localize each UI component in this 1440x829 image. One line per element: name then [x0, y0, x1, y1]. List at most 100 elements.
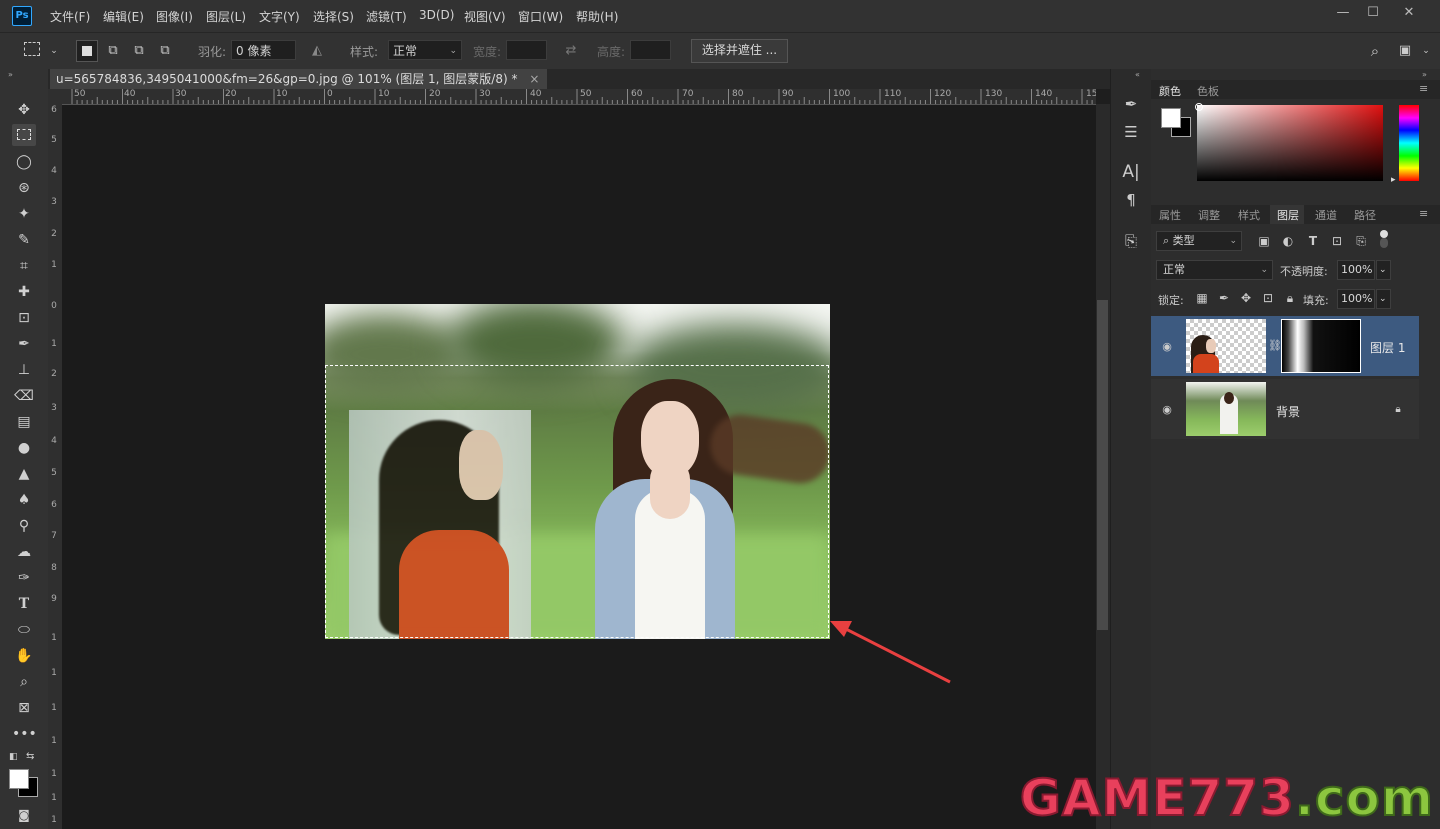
search-icon[interactable]: ⌕ [1367, 43, 1383, 59]
lasso-tool-icon[interactable]: ◯ [12, 151, 36, 173]
history-icon[interactable]: ⎘ [1120, 230, 1142, 252]
dodge-tool-icon[interactable]: ⚲ [12, 515, 36, 537]
character-panel-icon[interactable]: A| [1120, 161, 1142, 183]
type-tool-icon[interactable]: T [12, 593, 36, 615]
select-and-mask-button[interactable]: 选择并遮住 ... [691, 39, 788, 63]
healing-brush-icon[interactable]: ✚ [12, 281, 36, 303]
layer-filter-select[interactable]: ⌕ 类型 ⌄ [1156, 231, 1242, 251]
hand-tool-icon[interactable]: ✋ [12, 645, 36, 667]
subtract-from-selection-icon[interactable]: ⧉ [131, 43, 147, 59]
adjustments-icon[interactable]: ☰ [1120, 121, 1142, 143]
marquee-selection[interactable] [325, 365, 829, 638]
layer-thumbnail[interactable] [1186, 319, 1266, 373]
tab-color[interactable]: 颜色 [1159, 83, 1181, 99]
tab-channels[interactable]: 通道 [1315, 207, 1337, 223]
width-input[interactable] [506, 40, 547, 60]
close-tab-icon[interactable]: × [529, 72, 539, 86]
menu-file[interactable]: 文件(F) [50, 8, 90, 25]
menu-select[interactable]: 选择(S) [313, 8, 354, 25]
layer-mask-thumbnail[interactable] [1281, 319, 1361, 373]
visibility-eye-icon[interactable]: ◉ [1160, 403, 1174, 417]
swap-colors-icon[interactable]: ⇆ [26, 751, 34, 762]
layer-name[interactable]: 背景 [1276, 403, 1300, 420]
menu-type[interactable]: 文字(Y) [259, 8, 300, 25]
tab-swatches[interactable]: 色板 [1197, 83, 1219, 99]
adjustment-layer-filter-icon[interactable]: ◐ [1281, 234, 1295, 248]
ellipse-tool-icon[interactable]: ⬭ [12, 619, 36, 641]
intersect-selection-icon[interactable]: ⧉ [157, 43, 173, 59]
marquee-tool-icon[interactable] [12, 124, 36, 146]
tab-properties[interactable]: 属性 [1159, 207, 1181, 223]
more-tools-icon[interactable]: ••• [12, 723, 37, 745]
smudge-tool-icon[interactable]: ♠ [12, 489, 36, 511]
collapse-dock-icon[interactable]: « [1135, 70, 1140, 79]
anti-alias-icon[interactable]: ◭ [309, 43, 325, 59]
visibility-eye-icon[interactable]: ◉ [1160, 340, 1174, 354]
layer-thumbnail[interactable] [1186, 382, 1266, 436]
lock-image-icon[interactable]: ✒ [1217, 291, 1231, 305]
brush-tool-icon[interactable]: ✒ [12, 333, 36, 355]
vertical-ruler[interactable]: 6 5 4 3 2 1 0 1 2 3 4 5 6 7 8 9 1 1 1 1 … [48, 104, 63, 829]
gradient-tool-icon[interactable]: ▤ [12, 411, 36, 433]
lock-transparent-icon[interactable]: ▦ [1195, 291, 1209, 305]
height-input[interactable] [630, 40, 671, 60]
quick-mask-icon[interactable]: ◙ [12, 804, 36, 826]
menu-edit[interactable]: 编辑(E) [103, 8, 144, 25]
chevron-down-icon[interactable]: ⌄ [46, 43, 62, 59]
lock-all-icon[interactable]: 🔒︎ [1283, 291, 1297, 305]
tab-adjustments[interactable]: 调整 [1198, 207, 1220, 223]
zoom-tool-icon[interactable]: ⌕ [12, 671, 36, 693]
mask-link-icon[interactable]: ⛓ [1268, 339, 1282, 352]
pixel-layer-filter-icon[interactable]: ▣ [1257, 234, 1271, 248]
menu-layer[interactable]: 图层(L) [206, 8, 246, 25]
tab-styles[interactable]: 样式 [1238, 207, 1260, 223]
chevron-down-icon[interactable]: ⌄ [1418, 43, 1434, 59]
swap-width-height-icon[interactable]: ⇄ [563, 43, 579, 59]
collapse-right-icon[interactable]: » [1422, 70, 1427, 79]
horizontal-ruler[interactable]: 50 40 30 20 10 0 10 20 30 40 50 60 70 80… [62, 89, 1096, 105]
quick-selection-tool-icon[interactable]: ⊛ [12, 177, 36, 199]
maximize-button[interactable]: ☐ [1358, 4, 1388, 22]
opacity-input[interactable]: 100% [1337, 260, 1375, 280]
new-selection-button[interactable] [76, 40, 98, 62]
artboard-tool-icon[interactable]: ⊠ [12, 697, 36, 719]
tab-paths[interactable]: 路径 [1354, 207, 1376, 223]
minimize-button[interactable]: — [1328, 4, 1358, 22]
ruler-origin[interactable] [48, 89, 62, 104]
hue-slider[interactable] [1399, 105, 1419, 181]
feather-input[interactable]: 0 像素 [231, 40, 296, 60]
eraser-tool-icon[interactable]: ⌫ [12, 385, 36, 407]
menu-help[interactable]: 帮助(H) [576, 8, 618, 25]
blend-mode-select[interactable]: 正常 ⌄ [1156, 260, 1273, 280]
blur-tool-icon[interactable]: ● [12, 437, 36, 459]
rectangular-marquee-preset-icon[interactable] [24, 42, 40, 56]
panel-menu-icon[interactable]: ≡ [1419, 207, 1428, 220]
menu-view[interactable]: 视图(V) [464, 8, 506, 25]
document-tab[interactable]: u=565784836,3495041000&fm=26&gp=0.jpg @ … [50, 69, 548, 89]
lock-artboard-icon[interactable]: ⊡ [1261, 291, 1275, 305]
menu-image[interactable]: 图像(I) [156, 8, 193, 25]
panel-foreground-swatch[interactable] [1161, 108, 1181, 128]
crop-tool-icon[interactable]: ⌗ [12, 255, 36, 277]
style-select[interactable]: 正常 ⌄ [388, 40, 462, 60]
menu-window[interactable]: 窗口(W) [518, 8, 563, 25]
sponge-tool-icon[interactable]: ☁ [12, 541, 36, 563]
eyedropper-tool-icon[interactable]: ✎ [12, 229, 36, 251]
menu-3d[interactable]: 3D(D) [419, 8, 454, 22]
collapse-panel-icon[interactable]: » [8, 70, 13, 79]
magic-wand-icon[interactable]: ✦ [12, 203, 36, 225]
color-picker-cursor[interactable] [1195, 103, 1203, 111]
paragraph-panel-icon[interactable]: ¶ [1120, 189, 1142, 211]
type-layer-filter-icon[interactable]: T [1306, 234, 1320, 248]
fill-dropdown[interactable]: ⌄ [1376, 289, 1391, 309]
color-field[interactable] [1197, 105, 1383, 181]
close-button[interactable]: ✕ [1394, 4, 1424, 22]
workspace-icon[interactable]: ▣ [1397, 43, 1413, 59]
pen-tool-icon[interactable]: ✑ [12, 567, 36, 589]
scrollbar-thumb[interactable] [1097, 300, 1108, 630]
hue-slider-handle[interactable]: ▸ [1391, 175, 1396, 185]
smart-object-filter-icon[interactable]: ⎘ [1354, 234, 1368, 248]
sharpen-tool-icon[interactable]: ▲ [12, 463, 36, 485]
shape-layer-filter-icon[interactable]: ⊡ [1330, 234, 1344, 248]
move-tool-icon[interactable]: ✥ [12, 99, 36, 121]
